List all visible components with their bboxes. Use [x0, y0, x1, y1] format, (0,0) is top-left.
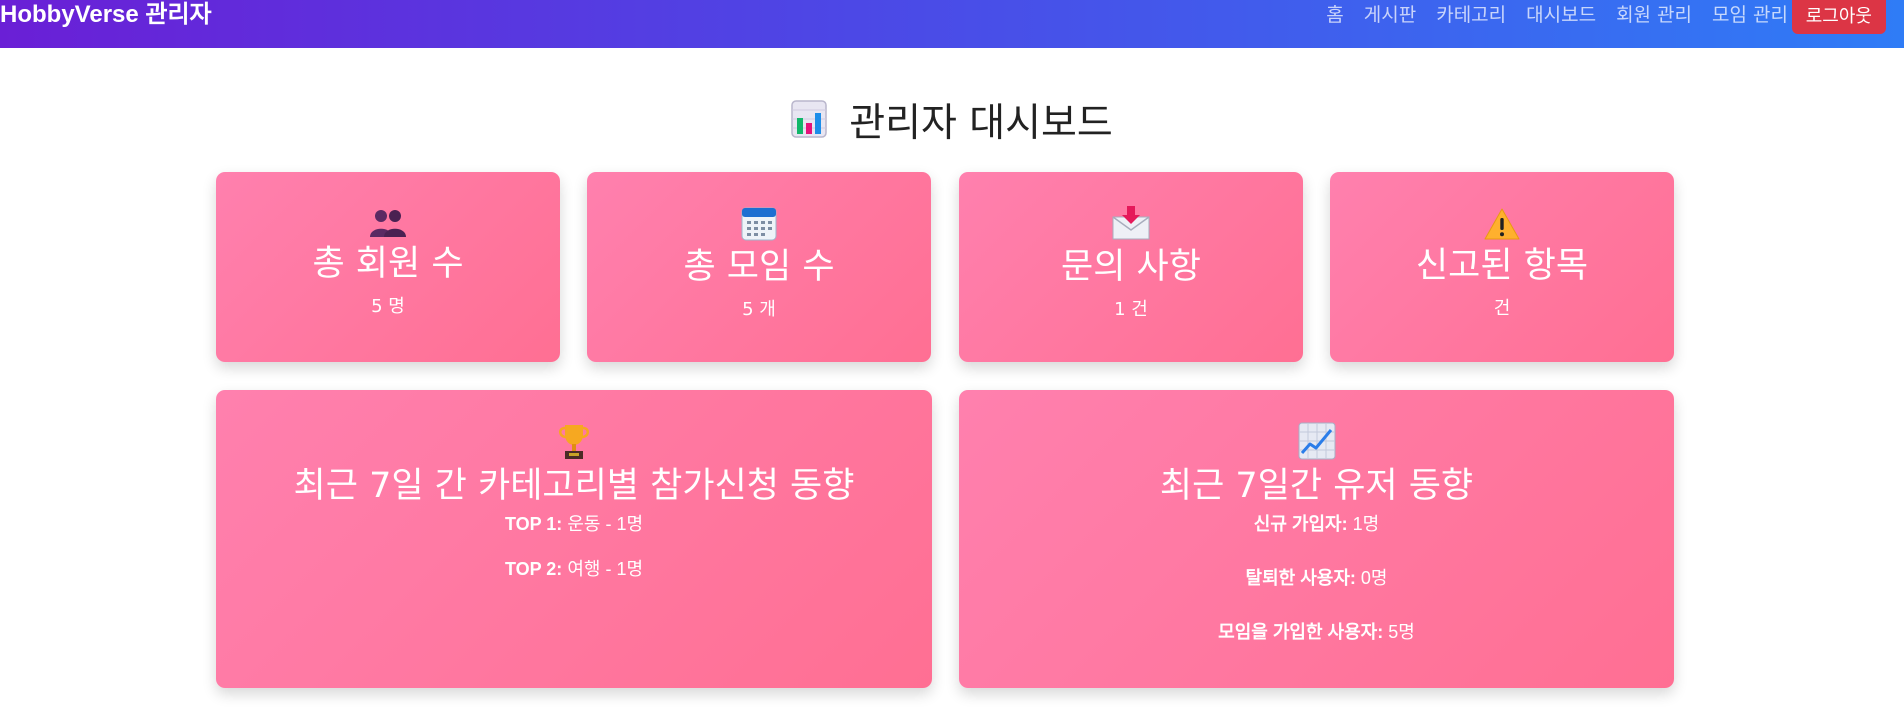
user-trend-card: 최근 7일간 유저 동향 신규 가입자: 1명 탈퇴한 사용자: 0명 모임을 … [959, 390, 1674, 688]
nav-link-dashboard[interactable]: 대시보드 [1526, 0, 1596, 30]
trophy-icon [216, 422, 932, 464]
category-name: 여행 [567, 559, 601, 579]
stat-label: 탈퇴한 사용자: [1245, 568, 1356, 588]
category-rank-item: TOP 1: 운동 - 1명 [216, 512, 932, 536]
nav-links: 홈 게시판 카테고리 대시보드 회원 관리 모임 관리 [1326, 0, 1788, 30]
category-count: 1명 [616, 559, 644, 579]
rank-label: TOP 1: [504, 514, 563, 534]
stat-value: 건 [1493, 298, 1511, 319]
stat-value: 5 명 [371, 296, 405, 317]
stat-title: 문의 사항 [1061, 247, 1201, 287]
separator: - [605, 514, 612, 534]
logout-button[interactable]: 로그아웃 [1791, 0, 1886, 34]
brand-title[interactable]: HobbyVerse 관리자 [0, 0, 212, 30]
stat-card-reports: 신고된 항목 건 [1330, 172, 1674, 362]
people-icon [216, 208, 560, 242]
nav-link-board[interactable]: 게시판 [1364, 0, 1416, 30]
trend-chart-icon [959, 422, 1674, 464]
calendar-icon [587, 205, 931, 245]
rank-label: TOP 2: [504, 559, 563, 579]
stat-value: 1 건 [1114, 299, 1148, 320]
category-rank-item: TOP 2: 여행 - 1명 [216, 557, 932, 581]
nav-link-group-management[interactable]: 모임 관리 [1712, 0, 1788, 30]
category-trend-title: 최근 7일 간 카테고리별 참가신청 동향 [293, 466, 855, 506]
stat-title: 총 모임 수 [683, 247, 835, 287]
stat-value: 5명 [1388, 622, 1415, 642]
stat-value: 5 개 [742, 299, 776, 320]
nav-link-home[interactable]: 홈 [1326, 0, 1343, 30]
user-trend-title: 최근 7일간 유저 동향 [1159, 466, 1474, 506]
user-stat-withdrawn: 탈퇴한 사용자: 0명 [959, 566, 1674, 590]
category-count: 1명 [616, 514, 644, 534]
stat-value: 0명 [1360, 568, 1388, 588]
category-name: 운동 [567, 514, 601, 534]
nav-link-category[interactable]: 카테고리 [1436, 0, 1506, 30]
stat-title: 총 회원 수 [312, 244, 464, 284]
inbox-icon [959, 205, 1303, 245]
user-stat-joined-group: 모임을 가입한 사용자: 5명 [959, 620, 1674, 644]
stat-card-groups: 총 모임 수 5 개 [587, 172, 931, 362]
separator: - [605, 559, 612, 579]
page-title: 관리자 대시보드 [0, 96, 1904, 154]
stat-card-inquiries: 문의 사항 1 건 [959, 172, 1303, 362]
nav-link-member-management[interactable]: 회원 관리 [1616, 0, 1692, 30]
stat-value: 1명 [1352, 514, 1380, 534]
category-trend-card: 최근 7일 간 카테고리별 참가신청 동향 TOP 1: 운동 - 1명 TOP… [216, 390, 932, 688]
bar-chart-icon [791, 98, 827, 154]
stat-title: 신고된 항목 [1415, 246, 1589, 286]
warning-icon [1330, 208, 1674, 244]
stat-label: 신규 가입자: [1253, 514, 1348, 534]
stat-card-members: 총 회원 수 5 명 [216, 172, 560, 362]
page-title-text: 관리자 대시보드 [849, 101, 1113, 146]
user-stat-new: 신규 가입자: 1명 [959, 512, 1674, 536]
top-navbar: HobbyVerse 관리자 홈 게시판 카테고리 대시보드 회원 관리 모임 … [0, 0, 1904, 48]
stat-label: 모임을 가입한 사용자: [1218, 622, 1384, 642]
